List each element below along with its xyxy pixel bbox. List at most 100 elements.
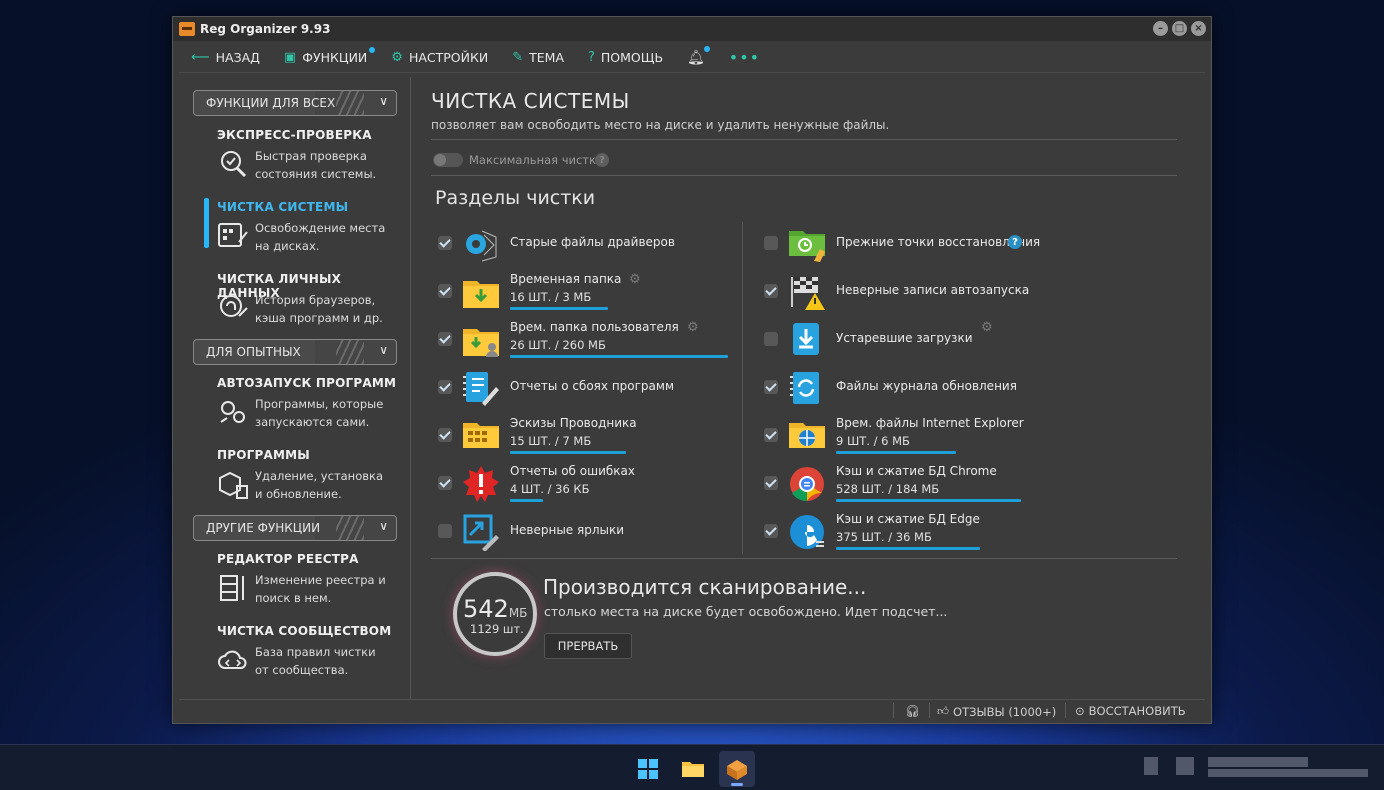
back-button[interactable]: ⟵ НАЗАД	[191, 50, 260, 65]
max-clean-toggle[interactable]	[433, 153, 463, 167]
sidebar-item-express-check[interactable]: ЭКСПРЕСС-ПРОВЕРКА Быстрая проверка состоя…	[217, 128, 407, 181]
checkbox[interactable]	[764, 428, 778, 442]
tray-clock[interactable]	[1208, 757, 1308, 767]
checkbox[interactable]	[438, 476, 452, 490]
start-button[interactable]	[630, 751, 666, 787]
question-circle-icon: ?	[588, 50, 595, 65]
clean-item-old-downloads[interactable]: Устаревшие загрузки ⚙	[758, 317, 1078, 361]
maximize-button[interactable]: □	[1172, 21, 1187, 36]
checkbox[interactable]	[764, 236, 778, 250]
divider	[431, 139, 1177, 140]
item-size: 375 ШТ. / 36 МБ	[836, 530, 932, 544]
clean-item-old-drivers[interactable]: Старые файлы драйверов	[432, 221, 752, 265]
clean-item-broken-shortcuts[interactable]: Неверные ярлыки	[432, 509, 752, 553]
checkbox[interactable]	[438, 236, 452, 250]
clean-item-crash-reports[interactable]: Отчеты о сбоях программ	[432, 365, 752, 409]
clean-item-chrome-cache[interactable]: Кэш и сжатие БД Chrome 528 ШТ. / 184 МБ	[758, 461, 1078, 505]
back-label: НАЗАД	[215, 50, 260, 65]
tray-icon[interactable]	[1176, 757, 1194, 775]
functions-menu[interactable]: ▣ ФУНКЦИИ	[283, 47, 376, 65]
close-button[interactable]: ×	[1191, 21, 1206, 36]
clean-item-edge-cache[interactable]: Кэш и сжатие БД Edge 375 ШТ. / 36 МБ	[758, 509, 1078, 553]
sidebar-item-autorun[interactable]: АВТОЗАПУСК ПРОГРАММ Программы, которые за…	[217, 376, 407, 429]
scan-text: столько места на диске будет освобождено…	[544, 604, 948, 619]
notifications-button[interactable]: 🔔︎	[687, 45, 710, 66]
help-menu[interactable]: ? ПОМОЩЬ	[588, 50, 663, 65]
gear-icon[interactable]: ⚙	[629, 272, 643, 287]
item-name: Неверные записи автозапуска	[836, 283, 1030, 297]
reviews-label: ОТЗЫВЫ (1000+)	[953, 704, 1057, 719]
sidebar-item-registry-editor[interactable]: РЕДАКТОР РЕЕСТРА Изменение реестра и поис…	[217, 552, 407, 605]
reg-organizer-icon	[727, 760, 747, 780]
checkbox[interactable]	[438, 380, 452, 394]
title-bar[interactable]: Reg Organizer 9.93 – □ ×	[173, 17, 1211, 41]
checkbox[interactable]	[438, 332, 452, 346]
progress-bar	[510, 451, 626, 454]
bell-icon: 🔔︎	[687, 49, 705, 66]
reviews-button[interactable]: 👍︎ ОТЗЫВЫ (1000+)	[937, 704, 1056, 719]
notification-dot	[369, 47, 376, 53]
checkbox[interactable]	[438, 524, 452, 538]
sidebar-item-desc: Изменение реестра и поиск в нем.	[255, 573, 386, 605]
checkbox[interactable]	[764, 380, 778, 394]
sidebar-item-system-cleaning[interactable]: ЧИСТКА СИСТЕМЫ Освобождение места на диск…	[217, 200, 407, 253]
minimize-button[interactable]: –	[1153, 21, 1168, 36]
theme-menu[interactable]: ✎ ТЕМА	[512, 50, 564, 65]
clean-item-thumbnails[interactable]: Эскизы Проводника 15 ШТ. / 7 МБ	[432, 413, 752, 457]
folder-download-icon	[463, 281, 499, 308]
separator	[893, 703, 894, 718]
checkbox[interactable]	[438, 284, 452, 298]
checkbox[interactable]	[764, 476, 778, 490]
gear-icon[interactable]: ⚙	[981, 320, 995, 335]
sidebar-item-community-cleaning[interactable]: ЧИСТКА СООБЩЕСТВОМ База правил чистки от …	[217, 624, 407, 677]
checkbox[interactable]	[764, 524, 778, 538]
functions-label: ФУНКЦИИ	[302, 50, 368, 65]
settings-menu[interactable]: ⚙ НАСТРОЙКИ	[391, 50, 488, 65]
sidebar-item-desc: История браузеров, кэша программ и др.	[255, 293, 383, 325]
chevron-down-icon: ∨	[379, 94, 388, 108]
clean-item-autorun-entries[interactable]: Неверные записи автозапуска	[758, 269, 1078, 313]
theme-label: ТЕМА	[529, 50, 564, 65]
checkered-flag-warning-icon	[791, 277, 825, 310]
tray-icon[interactable]	[1144, 757, 1158, 775]
stripes-decoration	[336, 516, 364, 540]
toolbox-icon: ▣	[283, 50, 297, 65]
progress-bar	[836, 499, 1021, 502]
clean-item-error-reports[interactable]: Отчеты об ошибках 4 ШТ. / 36 КБ	[432, 461, 752, 505]
progress-bar	[510, 499, 543, 502]
stop-button[interactable]: ПРЕРВАТЬ	[544, 633, 632, 659]
clean-item-ie-temp[interactable]: Врем. файлы Internet Explorer 9 ШТ. / 6 …	[758, 413, 1078, 457]
fingerprint-broom-icon	[220, 295, 248, 317]
section-functions-for-all[interactable]: ФУНКЦИИ ДЛЯ ВСЕХ ∨	[193, 90, 397, 116]
checkbox[interactable]	[764, 284, 778, 298]
more-menu[interactable]: •••	[729, 48, 760, 67]
clean-item-user-temp[interactable]: Врем. папка пользователя ⚙ 26 ШТ. / 260 …	[432, 317, 752, 361]
brush-icon: ✎	[512, 50, 524, 65]
clean-item-restore-points[interactable]: Прежние точки восстановления ?	[758, 221, 1078, 265]
checkbox[interactable]	[764, 332, 778, 346]
item-name: Неверные ярлыки	[510, 523, 625, 537]
headset-icon: 🎧︎	[905, 704, 921, 718]
tray-date[interactable]	[1208, 769, 1368, 777]
section-other-functions[interactable]: ДРУГИЕ ФУНКЦИИ ∨	[193, 515, 397, 541]
sidebar-item-private-data[interactable]: ЧИСТКА ЛИЧНЫХ ДАННЫХ История браузеров, к…	[217, 272, 407, 325]
restore-button[interactable]: ⊙ ВОССТАНОВИТЬ	[1075, 704, 1186, 718]
file-explorer-button[interactable]	[675, 751, 711, 787]
help-icon[interactable]: ?	[595, 153, 609, 167]
thumbs-up-icon: 👍︎	[937, 704, 950, 718]
checkbox[interactable]	[438, 428, 452, 442]
reg-organizer-taskbar-button[interactable]	[719, 751, 755, 787]
gear-icon[interactable]: ⚙	[687, 320, 701, 335]
sidebar-item-programs[interactable]: ПРОГРАММЫ Удаление, установка и обновлени…	[217, 448, 407, 501]
clean-item-temp-folder[interactable]: Временная папка ⚙ 16 ШТ. / 3 МБ	[432, 269, 752, 313]
drive-cleaning-icon	[218, 223, 248, 247]
chevron-down-icon: ∨	[379, 519, 388, 533]
error-burst-icon	[463, 466, 499, 502]
active-indicator	[204, 198, 209, 248]
section-for-advanced[interactable]: ДЛЯ ОПЫТНЫХ ∨	[193, 339, 397, 365]
support-button[interactable]: 🎧︎	[905, 704, 920, 718]
clean-item-update-logs[interactable]: Файлы журнала обновления	[758, 365, 1078, 409]
notification-dot	[703, 45, 710, 52]
item-size: 4 ШТ. / 36 КБ	[510, 482, 590, 496]
help-icon[interactable]: ?	[1008, 235, 1022, 249]
